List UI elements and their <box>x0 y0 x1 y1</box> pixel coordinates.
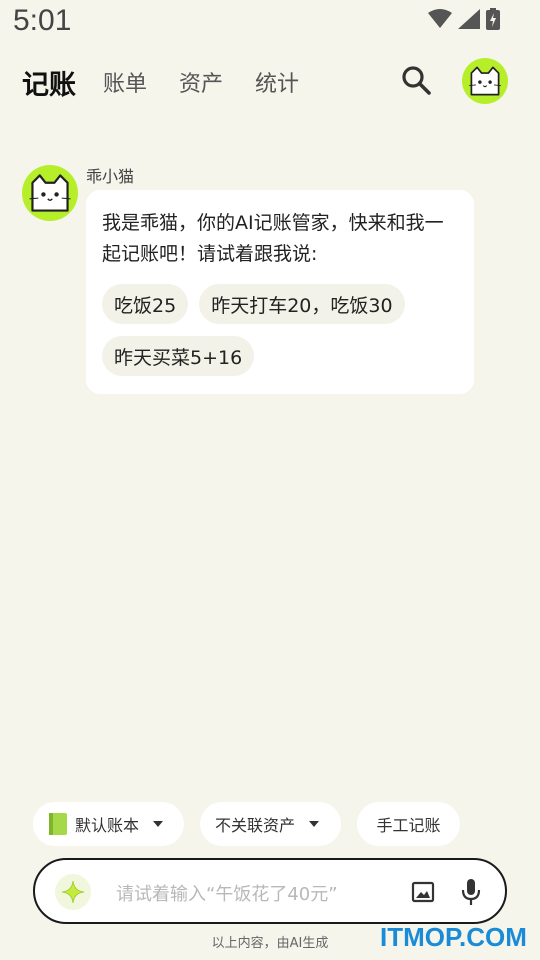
tab-bills[interactable]: 账单 <box>103 66 147 98</box>
watermark-logo: ITMOP.COM <box>380 922 527 952</box>
asset-link-label: 不关联资产 <box>215 816 296 835</box>
bot-name: 乖小猫 <box>86 167 135 186</box>
user-avatar[interactable] <box>462 58 508 104</box>
account-book-label: 默认账本 <box>75 816 140 835</box>
sparkle-icon[interactable] <box>55 874 91 910</box>
suggestion-chip[interactable]: 昨天打车20，吃饭30 <box>199 284 405 324</box>
status-time: 5:01 <box>13 4 72 37</box>
status-bar: 5:01 <box>0 0 540 46</box>
signal-icon <box>458 9 480 29</box>
image-button[interactable] <box>411 880 435 904</box>
status-icons <box>428 8 500 30</box>
mic-icon <box>461 879 481 905</box>
manual-entry-label: 手工记账 <box>376 816 441 835</box>
cat-avatar-icon <box>29 174 71 212</box>
chevron-down-icon <box>153 821 164 827</box>
top-nav: 记账 账单 资产 统计 <box>0 54 540 110</box>
tab-bookkeeping[interactable]: 记账 <box>22 63 76 102</box>
tab-assets[interactable]: 资产 <box>179 66 223 98</box>
book-icon <box>49 813 67 835</box>
chat-input-bar[interactable]: 请试着输入“午饭花了40元” <box>33 858 507 924</box>
tab-statistics[interactable]: 统计 <box>255 66 299 98</box>
asset-link-selector[interactable]: 不关联资产 <box>200 802 341 846</box>
suggestion-chip[interactable]: 吃饭25 <box>102 284 189 324</box>
mic-button[interactable] <box>460 878 482 906</box>
image-icon <box>411 881 435 903</box>
message-bubble: 我是乖猫，你的AI记账管家，快来和我一起记账吧！请试着跟我说: 吃饭25 昨天打… <box>86 190 474 394</box>
bot-avatar <box>22 165 78 221</box>
chevron-down-icon <box>309 821 320 827</box>
account-book-selector[interactable]: 默认账本 <box>33 802 184 846</box>
search-button[interactable] <box>400 64 434 98</box>
suggestion-chip[interactable]: 昨天买菜5+16 <box>102 336 255 376</box>
battery-icon <box>486 8 500 30</box>
message-text: 我是乖猫，你的AI记账管家，快来和我一起记账吧！请试着跟我说: <box>102 212 444 265</box>
suggestion-chips: 吃饭25 昨天打车20，吃饭30 昨天买菜5+16 <box>102 284 464 376</box>
cat-avatar-icon <box>469 66 501 96</box>
chat-input[interactable]: 请试着输入“午饭花了40元” <box>116 880 338 906</box>
search-icon <box>402 66 431 95</box>
wifi-icon <box>428 9 452 28</box>
manual-entry-button[interactable]: 手工记账 <box>357 802 460 846</box>
